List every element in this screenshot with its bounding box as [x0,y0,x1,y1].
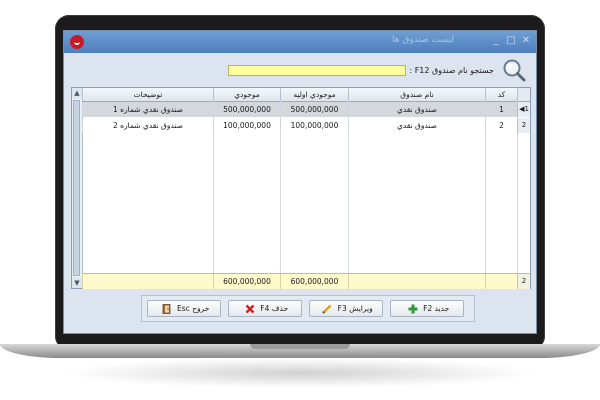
cell-balance[interactable]: 500,000,000 [213,102,280,117]
app-window: لیست صندوق ها _ □ ✕ جستجو نام صندوق F12 … [63,30,537,334]
column-header-name[interactable]: نام صندوق [348,88,485,101]
footer-indicator: 2 [517,274,530,289]
exit-door-icon [162,304,170,314]
data-grid: ▲ ▼ توضيحات موجودي موجودي اوليه نام صندو… [71,87,531,289]
exit-button-label: خروج Esc [176,304,210,313]
footer-initial-balance-total: 600,000,000 [280,274,348,289]
footer-code [485,274,517,289]
table-header: توضيحات موجودي موجودي اوليه نام صندوق کد… [82,88,530,112]
scroll-thumb[interactable] [73,100,80,276]
table-row[interactable]: صندوق نقدي شماره 1 500,000,000 500,000,0… [82,102,530,117]
app-logo-icon [70,35,84,49]
cell-initial-balance[interactable]: 500,000,000 [280,102,348,117]
search-row: جستجو نام صندوق F12 : [64,55,536,85]
exit-button[interactable]: خروج Esc [147,300,221,317]
footer-description [82,274,213,289]
column-header-initial-balance[interactable]: موجودي اوليه [280,88,348,101]
maximize-button[interactable]: □ [505,34,517,48]
footer-name [348,274,485,289]
column-header-description[interactable]: توضيحات [82,88,213,101]
laptop-notch [250,344,350,349]
edit-button[interactable]: ويرايش F3 [309,300,383,317]
cell-initial-balance[interactable]: 100,000,000 [280,118,348,133]
laptop-shadow [60,358,540,388]
cell-description[interactable]: صندوق نقدي شماره 2 [82,118,213,133]
cell-description[interactable]: صندوق نقدي شماره 1 [82,102,213,117]
title-bar: لیست صندوق ها _ □ ✕ [64,31,536,53]
cell-code[interactable]: 1 [485,102,517,117]
window-title: لیست صندوق ها [392,35,454,45]
footer-balance-total: 600,000,000 [213,274,280,289]
scroll-down-icon[interactable]: ▼ [72,278,82,288]
column-header-balance[interactable]: موجودي [213,88,280,101]
table-row[interactable]: صندوق نقدي شماره 2 100,000,000 100,000,0… [82,118,530,133]
close-button[interactable]: ✕ [520,34,532,48]
delete-x-icon [245,304,255,314]
edit-button-label: ويرايش F3 [337,304,373,313]
new-button-label: جديد F2 [423,304,450,313]
row-number: 1 [524,105,529,113]
cell-code[interactable]: 2 [485,118,517,133]
column-header-indicator [517,88,530,101]
cell-name[interactable]: صندوق نقدي [348,118,485,133]
row-indicator[interactable]: ◀1 [517,102,530,117]
cell-balance[interactable]: 100,000,000 [213,118,280,133]
scroll-up-icon[interactable]: ▲ [72,88,82,98]
cell-name[interactable]: صندوق نقدي [348,102,485,117]
row-indicator[interactable]: 2 [517,118,530,133]
button-bar: جديد F2 ويرايش F3 حذف F4 خروج Esc [141,295,475,322]
table-footer-totals: 600,000,000 600,000,000 2 [82,273,530,289]
search-icon[interactable] [500,57,528,85]
pencil-icon [322,304,332,314]
search-label: جستجو نام صندوق F12 : [409,66,494,75]
column-header-code[interactable]: کد صندوق [485,88,517,112]
delete-button[interactable]: حذف F4 [228,300,302,317]
minimize-button[interactable]: _ [490,34,502,48]
new-button[interactable]: جديد F2 [390,300,464,317]
search-input[interactable] [228,65,406,76]
delete-button-label: حذف F4 [260,304,289,313]
plus-icon [408,304,418,314]
